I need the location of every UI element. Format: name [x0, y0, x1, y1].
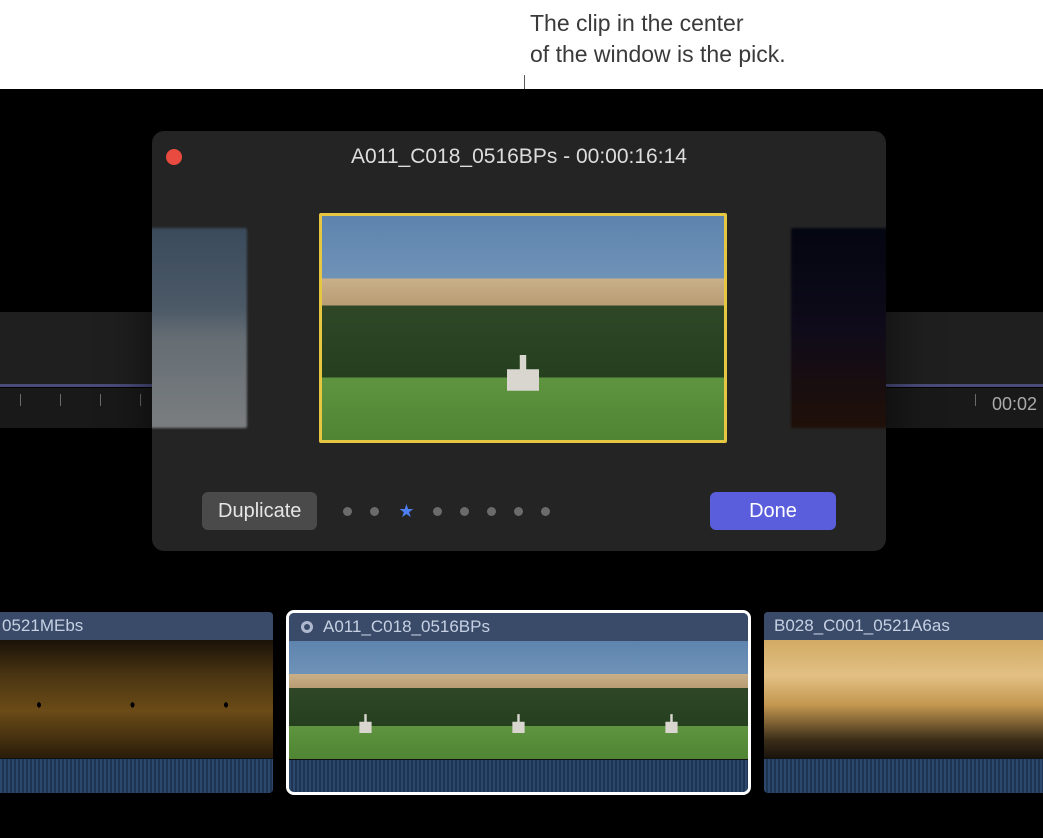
audition-thumb-pick[interactable] — [319, 213, 727, 443]
ruler-tick — [975, 394, 976, 406]
done-button[interactable]: Done — [710, 492, 836, 530]
timeline-track[interactable]: 0521MEbs A011_C018_0516BPs B028_C001_0521A… — [0, 610, 1043, 810]
page-dot[interactable] — [433, 507, 442, 516]
clip-name-label: A011_C018_0516BPs — [323, 617, 490, 637]
close-icon[interactable] — [166, 149, 182, 165]
ruler-tick — [140, 394, 141, 406]
clip-audio-waveform — [0, 758, 273, 794]
filmstrip-frame — [86, 640, 180, 758]
page-dot[interactable] — [541, 507, 550, 516]
filmstrip-frame — [859, 640, 954, 758]
ruler-tick — [100, 394, 101, 406]
timeline-clip[interactable]: A011_C018_0516BPs — [286, 610, 751, 795]
audition-controls: Duplicate ★ Done — [152, 483, 886, 539]
filmstrip-frame — [442, 641, 595, 759]
clip-header: A011_C018_0516BPs — [289, 613, 748, 641]
callout-line-1: The clip in the center — [530, 10, 744, 36]
clip-filmstrip — [764, 640, 1043, 758]
page-dot[interactable] — [487, 507, 496, 516]
clip-audio-waveform — [289, 759, 748, 795]
panel-titlebar[interactable]: A011_C018_0516BPs - 00:00:16:14 — [152, 131, 886, 183]
clip-name-label: B028_C001_0521A6as — [774, 616, 950, 636]
panel-title: A011_C018_0516BPs - 00:00:16:14 — [152, 145, 886, 169]
clip-name-label: 0521MEbs — [2, 616, 83, 636]
page-dot[interactable] — [514, 507, 523, 516]
audition-icon — [299, 619, 315, 635]
page-dot[interactable] — [370, 507, 379, 516]
page-dot[interactable] — [343, 507, 352, 516]
filmstrip-frame — [595, 641, 748, 759]
page-dots: ★ — [343, 502, 550, 520]
pick-star-icon[interactable]: ★ — [397, 502, 415, 520]
audition-thumb-prev[interactable] — [152, 228, 247, 428]
clip-header: B028_C001_0521A6as — [764, 612, 1043, 640]
callout-annotation: The clip in the center of the window is … — [530, 8, 786, 70]
audition-carousel[interactable] — [152, 183, 886, 483]
clip-header: 0521MEbs — [0, 612, 273, 640]
duplicate-button[interactable]: Duplicate — [202, 492, 317, 530]
timeline-clip[interactable]: B028_C001_0521A6as — [762, 610, 1043, 795]
ruler-tick — [20, 394, 21, 406]
ruler-tick — [60, 394, 61, 406]
audition-panel: A011_C018_0516BPs - 00:00:16:14 Duplicat… — [152, 131, 886, 551]
filmstrip-frame — [289, 641, 442, 759]
filmstrip-frame — [179, 640, 273, 758]
filmstrip-frame — [0, 640, 86, 758]
clip-filmstrip — [289, 641, 748, 759]
ruler-time-label: 00:02 — [992, 394, 1037, 415]
page-dot[interactable] — [460, 507, 469, 516]
callout-line-2: of the window is the pick. — [530, 41, 786, 67]
filmstrip-frame — [764, 640, 859, 758]
timeline-clip[interactable]: 0521MEbs — [0, 610, 275, 795]
filmstrip-frame — [955, 640, 1043, 758]
clip-audio-waveform — [764, 758, 1043, 794]
audition-thumb-next[interactable] — [791, 228, 886, 428]
clip-filmstrip — [0, 640, 273, 758]
